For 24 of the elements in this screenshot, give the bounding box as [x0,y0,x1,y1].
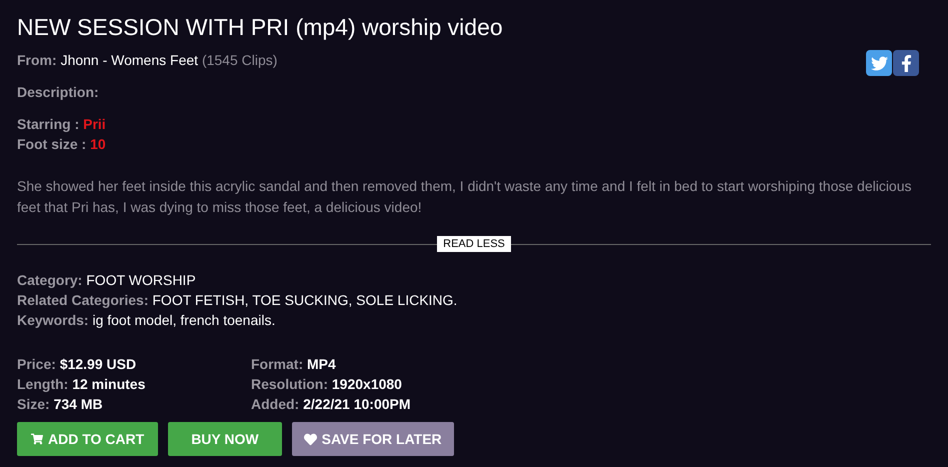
category-line: Keywords: ig foot model, french toenails. [17,311,276,330]
description-label: Description: [17,84,99,100]
product-title: NEW SESSION WITH PRI (mp4) worship video [17,13,504,42]
buy-now-button[interactable]: BUY NOW [168,422,282,456]
detail-line: Resolution: 1920x1080 [251,375,403,394]
studio-line: From: Jhonn - Womens Feet (1545 Clips) [17,51,278,70]
bird-icon [870,54,888,72]
detail-line: Added: 2/22/21 10:00PM [251,395,412,414]
category-line: Category: FOOT WORSHIP [17,271,197,290]
facebook-button[interactable] [893,50,919,76]
category-line: Related Categories: FOOT FETISH, TOE SUCKING, SOLE LICKING. [17,291,458,310]
detail-line: Size: 734 MB [17,395,104,414]
add-to-cart-button[interactable]: ADD TO CART [17,422,158,456]
read-less-button[interactable]: READ LESS [437,236,511,252]
twitter-button[interactable] [866,50,892,76]
fact-line: Starring : Prii [17,115,107,134]
fact-line: Foot size : 10 [17,135,107,154]
detail-line: Format: MP4 [251,355,337,374]
cart-icon [31,433,43,445]
heart-icon [304,432,317,446]
detail-line: Length: 12 minutes [17,375,146,394]
detail-line: Price: $12.99 USD [17,355,138,374]
save-for-later-button[interactable]: SAVE FOR LATER [292,422,454,456]
description-text: She showed her feet inside this acrylic sandal and then removed them, I didn't waste any time and I felt in bed to start worshiping those delicious feet that Pri has, I was dying to miss those feet, a delicious video! [17,177,913,217]
